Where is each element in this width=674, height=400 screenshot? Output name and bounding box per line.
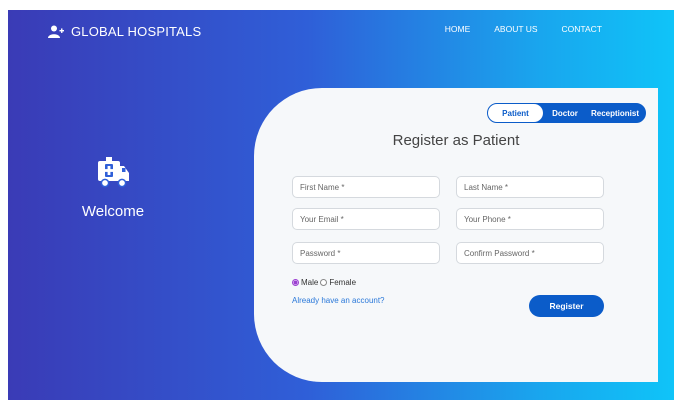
role-tabs: Patient Doctor Receptionist bbox=[487, 103, 646, 123]
register-button[interactable]: Register bbox=[529, 295, 604, 317]
login-link[interactable]: Already have an account? bbox=[292, 296, 385, 305]
last-name-field[interactable] bbox=[456, 176, 604, 198]
brand-name: GLOBAL HOSPITALS bbox=[71, 24, 202, 39]
password-field[interactable] bbox=[292, 242, 440, 264]
male-radio[interactable] bbox=[292, 279, 299, 286]
first-name-field[interactable] bbox=[292, 176, 440, 198]
nav-about-link[interactable]: ABOUT US bbox=[494, 24, 537, 34]
brand[interactable]: GLOBAL HOSPITALS bbox=[48, 24, 201, 39]
nav-home-link[interactable]: HOME bbox=[445, 24, 471, 34]
phone-field[interactable] bbox=[456, 208, 604, 230]
add-user-icon bbox=[48, 25, 64, 38]
page-background: GLOBAL HOSPITALS HOME ABOUT US CONTACT W… bbox=[8, 10, 674, 400]
confirm-password-field[interactable] bbox=[456, 242, 604, 264]
gender-radio-group: Male Female bbox=[292, 278, 356, 287]
top-nav: HOME ABOUT US CONTACT bbox=[445, 24, 602, 34]
tab-doctor[interactable]: Doctor bbox=[543, 104, 587, 122]
welcome-panel: Welcome bbox=[58, 155, 168, 220]
welcome-text: Welcome bbox=[81, 203, 145, 220]
tab-receptionist[interactable]: Receptionist bbox=[587, 104, 643, 122]
ambulance-icon bbox=[98, 157, 129, 188]
female-radio[interactable] bbox=[320, 279, 328, 286]
form-title: Register as Patient bbox=[254, 132, 658, 149]
tab-patient[interactable]: Patient bbox=[488, 104, 543, 122]
female-label: Female bbox=[329, 278, 357, 287]
form-title-text: Register as Patient bbox=[392, 132, 520, 149]
male-label: Male bbox=[301, 278, 319, 287]
nav-contact-link[interactable]: CONTACT bbox=[562, 24, 602, 34]
register-card: Patient Doctor Receptionist Register as … bbox=[254, 88, 658, 382]
email-field[interactable] bbox=[292, 208, 440, 230]
